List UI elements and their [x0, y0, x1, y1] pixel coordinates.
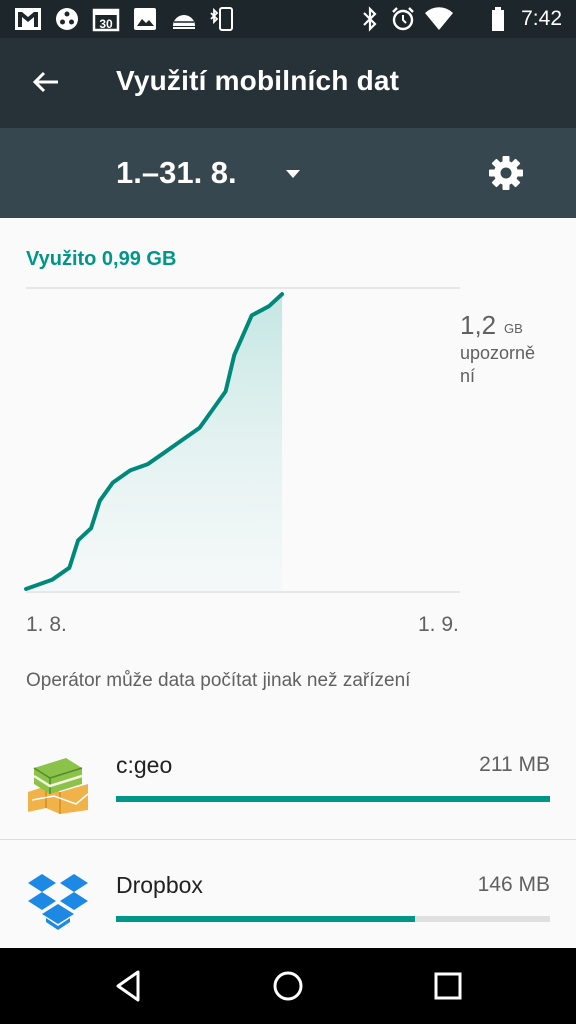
settings-gear-icon[interactable]	[486, 153, 526, 193]
app-row-cgeo[interactable]: c:geo 211 MB	[0, 730, 576, 848]
carrier-note: Operátor může data počítat jinak než zař…	[26, 670, 411, 691]
image-icon	[134, 8, 156, 30]
nav-back-icon[interactable]	[108, 966, 148, 1006]
page-title: Využití mobilních dat	[116, 65, 400, 96]
nav-home-icon[interactable]	[268, 966, 308, 1006]
usage-area	[26, 294, 283, 592]
bluetooth-icon	[363, 6, 377, 32]
battery-icon	[492, 7, 504, 31]
content: Využito 0,99 GB 1,2 GB upozorně ní 1. 8.…	[0, 218, 576, 948]
bluetooth-phone-icon	[210, 7, 233, 31]
usage-bar-track	[116, 796, 550, 802]
dropbox-app-icon	[28, 874, 88, 930]
usage-bar-fill	[116, 796, 550, 802]
usage-bar-track	[116, 916, 550, 922]
app-name: Dropbox	[116, 872, 203, 898]
warning-unit: GB	[504, 321, 523, 336]
dropdown-arrow-icon	[286, 170, 300, 178]
android-icon	[173, 15, 195, 29]
alarm-icon	[392, 7, 414, 31]
calendar-day-text: 30	[99, 17, 113, 31]
nav-recents-icon[interactable]	[428, 966, 468, 1006]
app-row-dropbox[interactable]: Dropbox 146 MB	[0, 839, 576, 957]
cycle-spinner[interactable]: 1.–31. 8.	[116, 152, 316, 196]
share-icon	[56, 8, 78, 30]
wifi-icon	[425, 7, 453, 31]
cycle-label: 1.–31. 8.	[116, 155, 237, 190]
warning-value: 1,2	[460, 310, 497, 340]
usage-chart	[24, 287, 460, 593]
usage-bar-fill	[116, 916, 416, 922]
cgeo-app-icon	[28, 758, 89, 814]
app-size: 146 MB	[477, 873, 550, 896]
status-time: 7:42	[521, 7, 562, 30]
app-size: 211 MB	[479, 753, 550, 776]
chart-end-date: 1. 9.	[418, 613, 459, 636]
cycle-bar: 1.–31. 8.	[0, 128, 576, 218]
app-name: c:geo	[116, 752, 173, 778]
chart-start-date: 1. 8.	[26, 613, 67, 636]
calendar-icon: 30	[92, 8, 120, 32]
arrow-back-icon[interactable]	[28, 64, 64, 100]
app-bar: Využití mobilních dat	[0, 38, 576, 128]
warning-label: upozorně ní	[460, 343, 536, 386]
gmail-icon	[15, 8, 41, 30]
status-bar: 30 7:42	[0, 0, 576, 38]
navigation-bar	[0, 948, 576, 1024]
